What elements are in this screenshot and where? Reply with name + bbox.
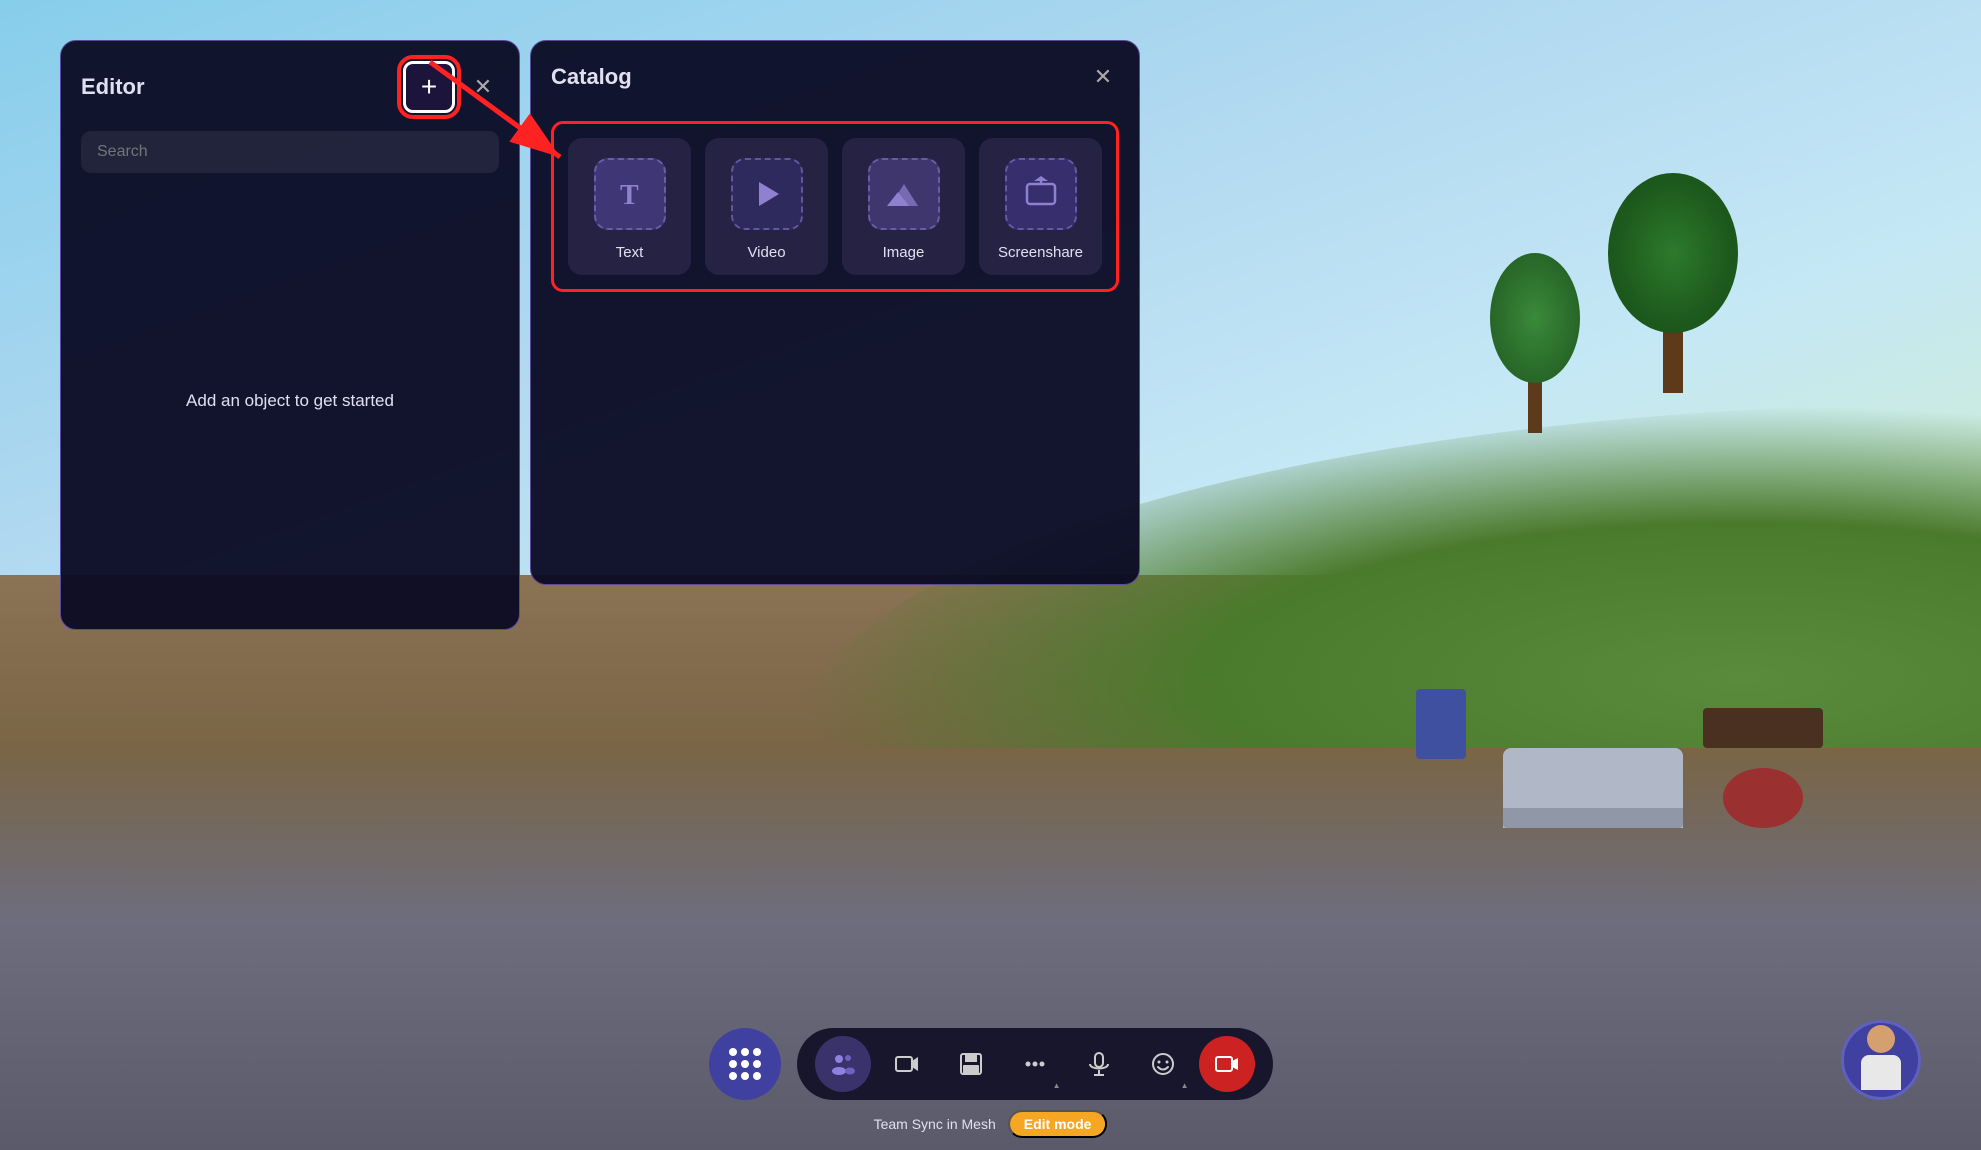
catalog-item-image[interactable]: Image	[842, 138, 965, 275]
status-bar: Team Sync in Mesh Edit mode	[874, 1110, 1108, 1138]
catalog-close-button[interactable]: ✕	[1087, 61, 1119, 93]
catalog-panel-header: Catalog ✕	[551, 61, 1119, 93]
text-icon-box: T	[594, 158, 666, 230]
catalog-panel-title: Catalog	[551, 64, 632, 90]
editor-panel-header: Editor + ✕	[81, 61, 499, 113]
catalog-items-container: T Text Video	[551, 121, 1119, 292]
video-item-label: Video	[747, 244, 785, 261]
grid-dots-icon	[729, 1048, 761, 1080]
editor-header-actions: + ✕	[403, 61, 499, 113]
avatar-button[interactable]	[1841, 1020, 1921, 1100]
editor-panel-title: Editor	[81, 74, 145, 100]
avatar-head	[1867, 1025, 1895, 1053]
catalog-item-video[interactable]: Video	[705, 138, 828, 275]
people-icon	[830, 1051, 856, 1077]
play-icon	[749, 176, 785, 212]
record-button[interactable]	[1199, 1036, 1255, 1092]
mic-icon	[1086, 1051, 1112, 1077]
mic-button[interactable]	[1071, 1036, 1127, 1092]
emoji-icon	[1150, 1051, 1176, 1077]
text-icon: T	[612, 176, 648, 212]
image-icon-box	[868, 158, 940, 230]
avatar-figure	[1854, 1025, 1909, 1095]
bottom-toolbar-area: ▲ ▲	[709, 1028, 1273, 1100]
chevron-up-icon: ▲	[1053, 1081, 1061, 1090]
save-button[interactable]	[943, 1036, 999, 1092]
text-item-label: Text	[616, 244, 644, 261]
emoji-button[interactable]: ▲	[1135, 1036, 1191, 1092]
edit-mode-button[interactable]: Edit mode	[1008, 1110, 1108, 1138]
catalog-item-screenshare[interactable]: Screenshare	[979, 138, 1102, 275]
content-layer: Editor + ✕ Add an object to get started	[0, 0, 1981, 1150]
avatar-body	[1861, 1055, 1901, 1090]
chevron-up-icon: ▲	[1181, 1081, 1189, 1090]
camera-icon	[894, 1051, 920, 1077]
image-icon	[886, 176, 922, 212]
camera-button[interactable]	[879, 1036, 935, 1092]
editor-close-button[interactable]: ✕	[467, 71, 499, 103]
image-item-label: Image	[883, 244, 925, 261]
status-text: Team Sync in Mesh	[874, 1116, 996, 1132]
empty-state-message: Add an object to get started	[81, 193, 499, 609]
plus-icon: +	[421, 71, 437, 103]
catalog-panel: Catalog ✕ T Text	[530, 40, 1140, 585]
screenshare-icon-box	[1005, 158, 1077, 230]
search-input[interactable]	[81, 131, 499, 173]
grid-menu-button[interactable]	[709, 1028, 781, 1100]
svg-text:T: T	[620, 180, 639, 211]
close-icon: ✕	[1094, 64, 1112, 90]
editor-panel: Editor + ✕ Add an object to get started	[60, 40, 520, 630]
screenshare-item-label: Screenshare	[998, 244, 1083, 261]
screenshare-icon	[1023, 176, 1059, 212]
close-icon: ✕	[474, 74, 492, 100]
video-icon-box	[731, 158, 803, 230]
record-icon	[1214, 1051, 1240, 1077]
add-object-button[interactable]: +	[403, 61, 455, 113]
more-icon	[1022, 1051, 1048, 1077]
toolbar-bar: ▲ ▲	[797, 1028, 1273, 1100]
more-button[interactable]: ▲	[1007, 1036, 1063, 1092]
catalog-item-text[interactable]: T Text	[568, 138, 691, 275]
people-button[interactable]	[815, 1036, 871, 1092]
save-icon	[958, 1051, 984, 1077]
